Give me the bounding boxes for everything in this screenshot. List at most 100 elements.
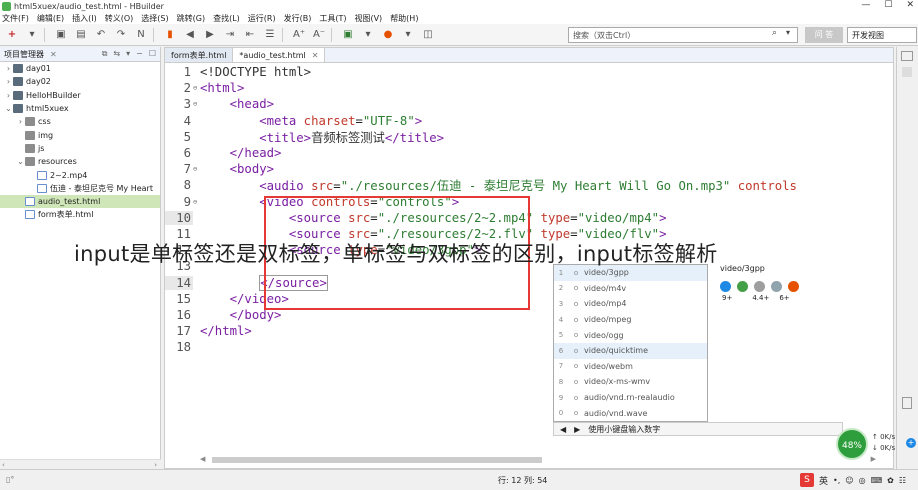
toolbox-icon[interactable]: ☷ (899, 476, 906, 485)
panel-side-icon[interactable] (902, 397, 912, 409)
goto-icon[interactable]: ⇥ (222, 27, 238, 43)
autocomplete-item[interactable]: 0 o audio/vnd.wave (554, 405, 707, 421)
tree-item[interactable]: › HelloHBuilder (0, 89, 160, 102)
new-dropdown-icon[interactable]: ▾ (24, 27, 40, 43)
scroll-thumb[interactable] (212, 457, 542, 463)
menu-item[interactable]: 运行(R) (248, 13, 276, 24)
panel-close-icon[interactable]: ✕ (50, 50, 57, 59)
autocomplete-item[interactable]: 2 o video/m4v (554, 281, 707, 297)
autocomplete-item[interactable]: 3 o video/mp4 (554, 296, 707, 312)
menu-item[interactable]: 查找(L) (213, 13, 240, 24)
maximize-panel-icon[interactable]: ☐ (149, 49, 156, 59)
code-line[interactable]: 5 <title>音频标签测试</title> (165, 129, 893, 145)
autocomplete-item[interactable]: 4 o video/mpeg (554, 312, 707, 328)
fold-icon[interactable]: ⊖ (193, 165, 200, 173)
scroll-left-icon[interactable]: ‹ (2, 461, 5, 469)
code-line[interactable]: 10 <source src="./resources/2~2.mp4" typ… (165, 210, 893, 226)
scroll-left-icon[interactable]: ◀ (200, 455, 205, 463)
undo-icon[interactable]: ↶ (93, 27, 109, 43)
outline-toggle-icon[interactable] (901, 51, 913, 61)
outline-icon[interactable]: ☰ (262, 27, 278, 43)
browser-icon[interactable]: ● (380, 27, 396, 43)
search-input[interactable]: 搜索（双击Ctrl） (568, 27, 798, 43)
mic-icon[interactable]: ◎ (859, 476, 866, 485)
keyboard-icon[interactable]: ⌨ (871, 476, 883, 485)
close-icon[interactable]: ✕ (906, 0, 914, 10)
ime-prev-icon[interactable]: ◀ (560, 425, 566, 434)
fold-icon[interactable]: ⊖ (193, 198, 200, 206)
menu-item[interactable]: 视图(V) (354, 13, 382, 24)
code-line[interactable]: 9 ⊖ <video controls="controls"> (165, 194, 893, 210)
menu-item[interactable]: 转义(O) (105, 13, 134, 24)
new-file-icon[interactable]: + (4, 27, 20, 43)
run-dropdown-icon[interactable]: ▾ (360, 27, 376, 43)
collapse-icon[interactable]: › (4, 91, 13, 100)
collapse-icon[interactable]: › (4, 64, 13, 73)
next-bookmark-icon[interactable]: ▶ (202, 27, 218, 43)
menu-item[interactable]: 跳转(G) (177, 13, 205, 24)
emoji-icon[interactable]: ☺ (845, 476, 853, 485)
collapse-all-icon[interactable]: ⧉ (102, 49, 108, 59)
horizontal-scrollbar[interactable]: ‹ › (0, 459, 161, 469)
autocomplete-item[interactable]: 5 o video/ogg (554, 327, 707, 343)
tree-item[interactable]: ⌄ html5xuex (0, 102, 160, 115)
minimize-panel-icon[interactable]: − (136, 49, 143, 59)
save-icon[interactable]: ▣ (53, 27, 69, 43)
search-icon[interactable]: ⌕ (772, 28, 777, 38)
font-decrease-icon[interactable]: A⁻ (311, 27, 327, 43)
run-phone-icon[interactable]: ▣ (340, 27, 356, 43)
minimize-icon[interactable]: — (861, 0, 870, 10)
network-add-icon[interactable]: + (906, 438, 916, 448)
view-select[interactable]: 开发视图 (847, 27, 917, 43)
autocomplete-item[interactable]: 8 o video/x-ms-wmv (554, 374, 707, 390)
punctuation-icon[interactable]: •, (833, 476, 840, 485)
tree-item[interactable]: js (0, 142, 160, 155)
ime-language[interactable]: 英 (819, 474, 828, 487)
editor-tab[interactable]: *audio_test.html ✕ (233, 48, 326, 62)
tree-item[interactable]: img (0, 128, 160, 141)
menu-item[interactable]: 帮助(H) (390, 13, 418, 24)
collapse-icon[interactable]: › (4, 77, 13, 86)
menu-item[interactable]: 发行(B) (284, 13, 312, 24)
expand-icon[interactable]: ⌄ (16, 157, 25, 166)
bookmark-icon[interactable]: ▮ (162, 27, 178, 43)
editor-tab[interactable]: form表单.html (165, 48, 234, 62)
ime-next-icon[interactable]: ▶ (574, 425, 580, 434)
jump-icon[interactable]: ⇤ (242, 27, 258, 43)
collapse-icon[interactable]: › (16, 117, 25, 126)
save-all-icon[interactable]: ▤ (73, 27, 89, 43)
autocomplete-item[interactable]: 9 o audio/vnd.rn-realaudio (554, 390, 707, 406)
tree-item[interactable]: › day01 (0, 62, 160, 75)
ime-logo-icon[interactable]: S (800, 473, 814, 487)
tree-item[interactable]: audio_test.html (0, 194, 160, 209)
autocomplete-item[interactable]: 6 o video/quicktime (554, 342, 707, 359)
link-editor-icon[interactable]: ⇆ (113, 49, 120, 59)
panel-restore-icon[interactable] (902, 67, 912, 77)
format-icon[interactable]: N (133, 27, 149, 43)
code-line[interactable]: 1 <!DOCTYPE html> (165, 64, 893, 80)
code-line[interactable]: 8 <audio src="./resources/伍迪 - 泰坦尼克号 My … (165, 177, 893, 193)
skin-icon[interactable]: ✿ (887, 476, 894, 485)
menu-item[interactable]: 工具(T) (319, 13, 346, 24)
fold-icon[interactable]: ⊖ (193, 100, 200, 108)
menu-item[interactable]: 文件(F) (2, 13, 29, 24)
code-line[interactable]: 7 ⊖ <body> (165, 161, 893, 177)
menu-item[interactable]: 插入(I) (72, 13, 97, 24)
editor-horizontal-scrollbar[interactable]: ◀ ▶ (200, 455, 876, 465)
maximize-icon[interactable]: ☐ (884, 0, 892, 10)
code-line[interactable]: 6 </head> (165, 145, 893, 161)
view-menu-icon[interactable]: ▾ (126, 49, 130, 59)
menu-item[interactable]: 选择(S) (141, 13, 168, 24)
tree-item[interactable]: 2~2.mp4 (0, 168, 160, 181)
browser-dropdown-icon[interactable]: ▾ (400, 27, 416, 43)
code-line[interactable]: 2 ⊖ <html> (165, 80, 893, 96)
prev-bookmark-icon[interactable]: ◀ (182, 27, 198, 43)
search-dropdown-icon[interactable]: ▾ (786, 28, 790, 37)
tree-item[interactable]: ⌄ resources (0, 155, 160, 168)
tree-item[interactable]: form表单.html (0, 208, 160, 221)
code-line[interactable]: 4 <meta charset="UTF-8"> (165, 113, 893, 129)
fold-icon[interactable]: ⊖ (193, 84, 200, 92)
expand-icon[interactable]: ⌄ (4, 104, 13, 113)
autocomplete-item[interactable]: 7 o video/webm (554, 359, 707, 375)
tree-item[interactable]: 伍迪 - 泰坦尼克号 My Heart (0, 182, 160, 195)
